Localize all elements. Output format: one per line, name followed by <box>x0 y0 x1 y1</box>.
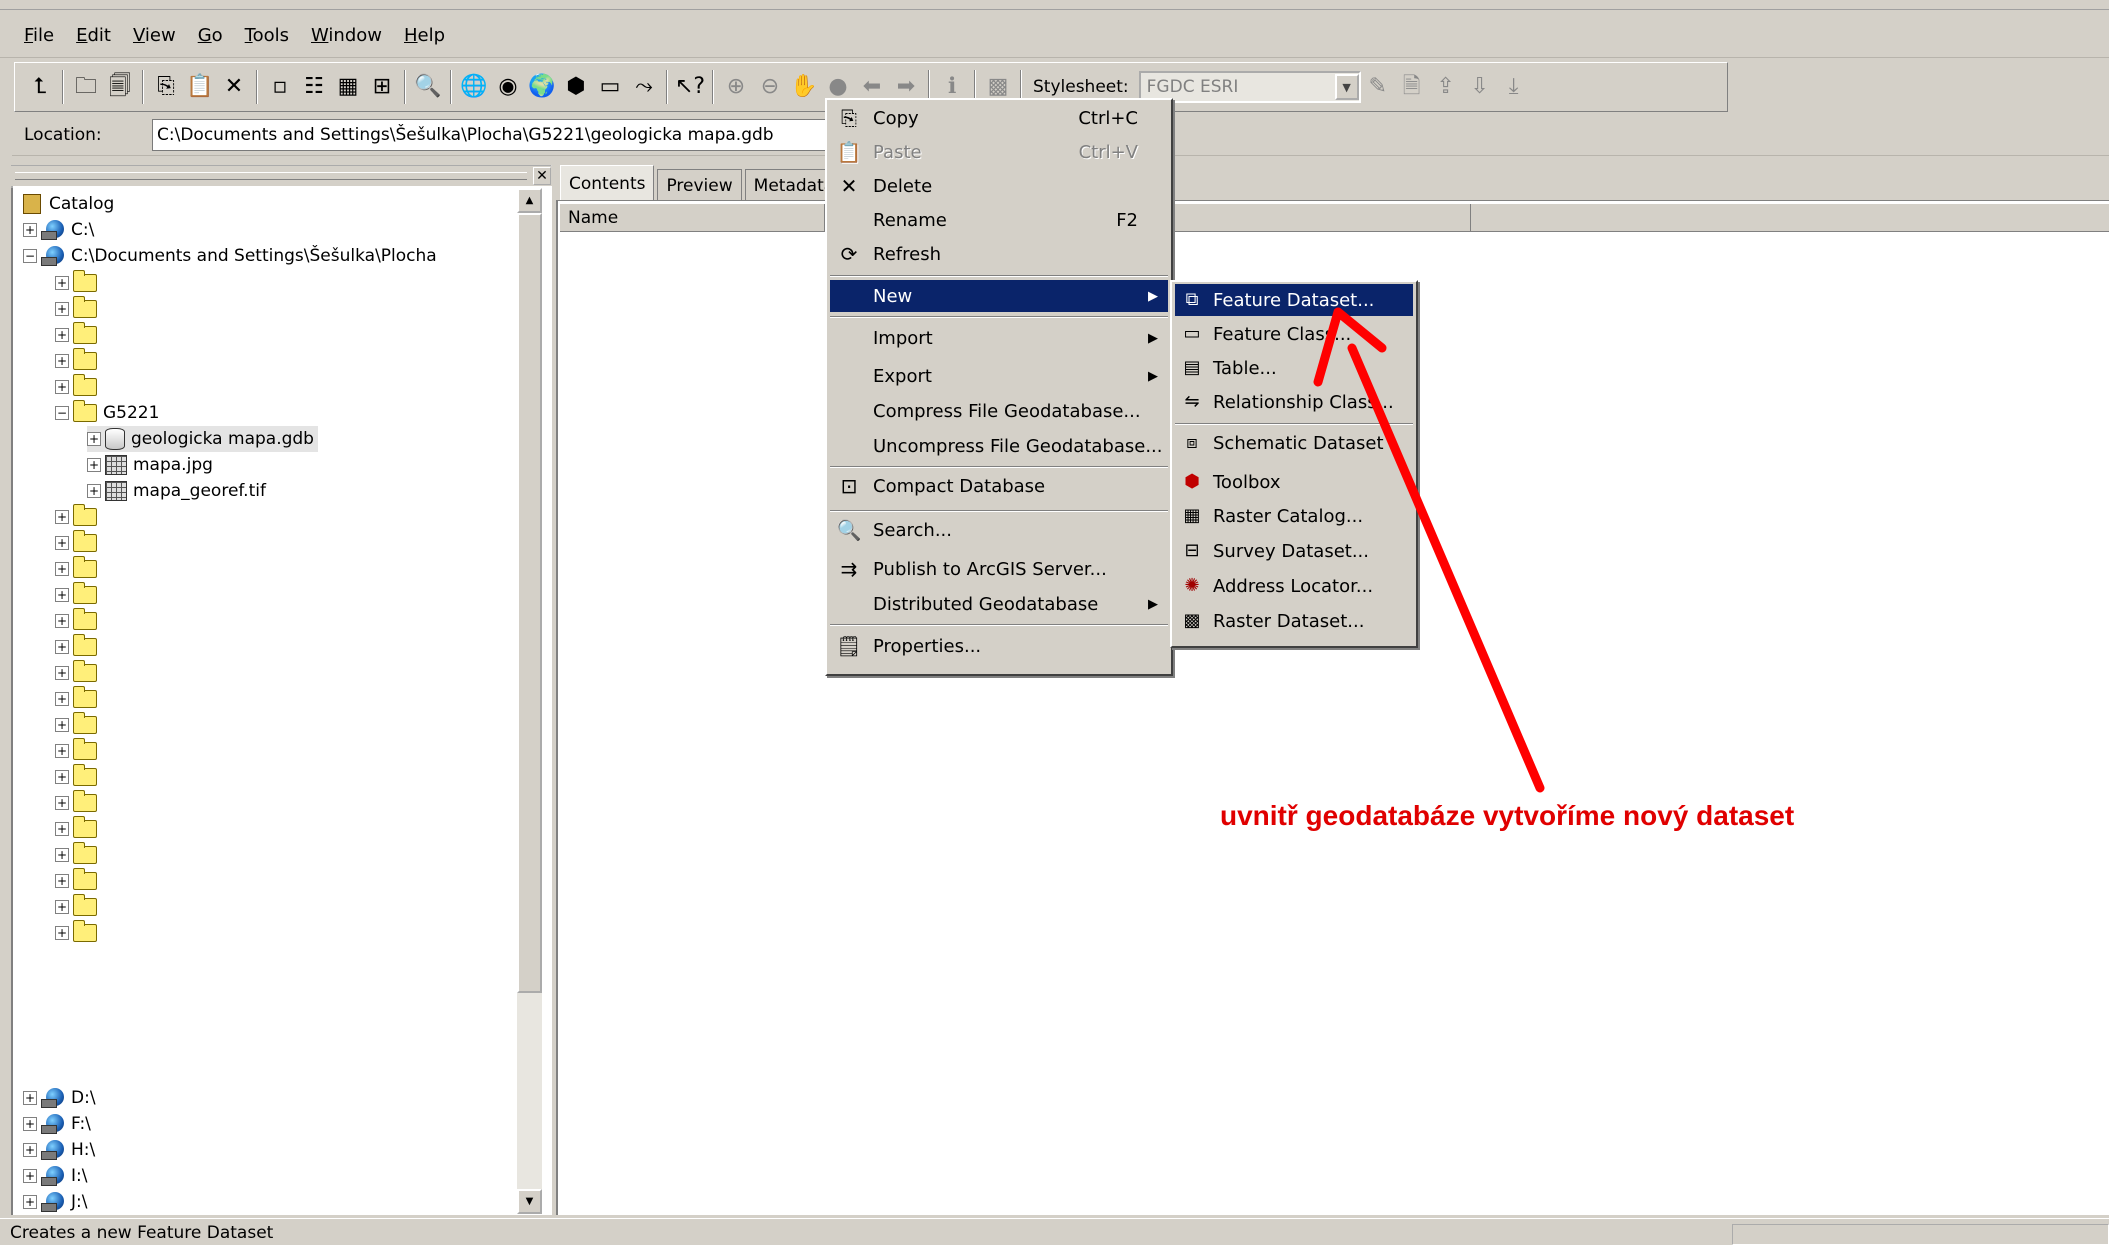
annotation-arrow-icon <box>1313 307 1545 793</box>
annotation-text: uvnitř geodatabáze vytvoříme nový datase… <box>1220 800 1795 831</box>
